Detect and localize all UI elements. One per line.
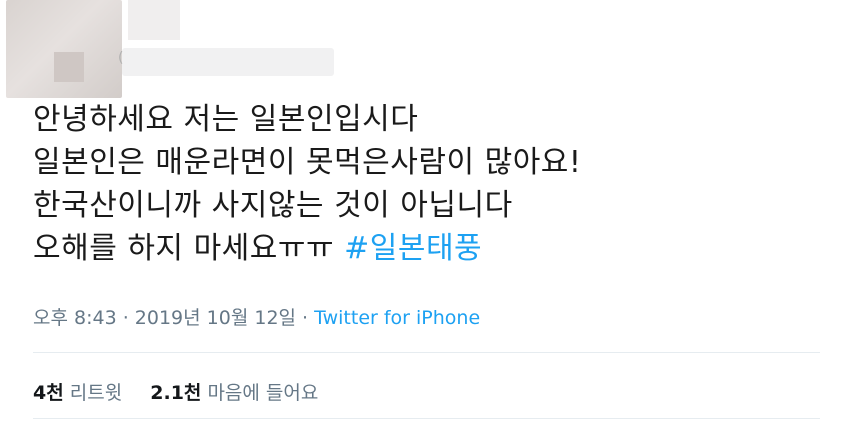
tweet-meta: 오후 8:43 · 2019년 10월 12일 · Twitter for iP… xyxy=(33,303,480,330)
tweet-line-4-text: 오해를 하지 마세요ㅠㅠ xyxy=(33,231,335,266)
timestamp[interactable]: 오후 8:43 · 2019년 10월 12일 xyxy=(33,307,296,329)
tweet-line-2: 일본인은 매운라면이 못먹은사람이 많아요! xyxy=(33,145,582,180)
divider xyxy=(33,418,820,419)
likes-stat[interactable]: 2.1천 마음에 들어요 xyxy=(150,378,318,405)
hashtag-link[interactable]: #일본태풍 xyxy=(344,231,482,266)
source-link[interactable]: Twitter for iPhone xyxy=(314,307,480,329)
author-name-redacted[interactable] xyxy=(128,0,180,40)
tweet-text: 안녕하세요 저는 일본인입시다 일본인은 매운라면이 못먹은사람이 많아요! 한… xyxy=(33,98,833,270)
author-handle-paren: ( xyxy=(118,50,124,66)
tweet-line-3: 한국산이니까 사지않는 것이 아닙니다 xyxy=(33,188,513,223)
tweet-line-1: 안녕하세요 저는 일본인입시다 xyxy=(33,102,419,137)
likes-label: 마음에 들어요 xyxy=(207,382,319,404)
author-handle-redacted[interactable] xyxy=(122,48,334,76)
divider xyxy=(33,352,820,353)
tweet-stats: 4천 리트윗 2.1천 마음에 들어요 xyxy=(33,378,340,405)
retweets-label: 리트윗 xyxy=(69,382,123,404)
tweet-line-4: 오해를 하지 마세요ㅠㅠ #일본태풍 xyxy=(33,227,833,270)
avatar[interactable] xyxy=(6,0,122,98)
likes-count: 2.1천 xyxy=(150,382,202,404)
meta-separator: · xyxy=(296,307,315,329)
retweets-stat[interactable]: 4천 리트윗 xyxy=(33,378,122,405)
retweets-count: 4천 xyxy=(33,382,64,404)
